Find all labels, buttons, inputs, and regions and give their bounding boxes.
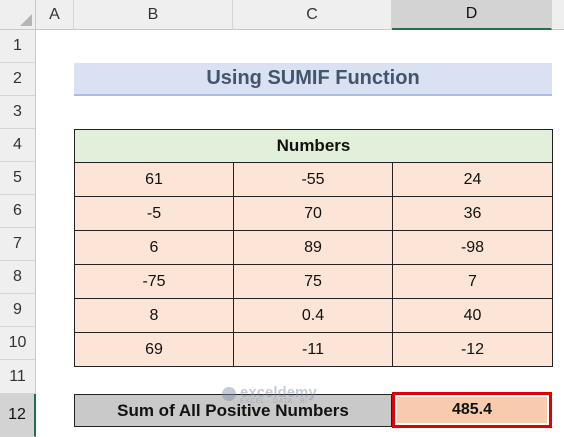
row-header-1[interactable]: 1 [0,30,36,63]
row-header-11[interactable]: 11 [0,360,36,394]
column-header-b[interactable]: B [74,0,233,30]
row-header-6[interactable]: 6 [0,195,36,228]
table-cell[interactable]: -75 [74,264,234,299]
table-cell[interactable]: -98 [391,230,554,265]
table-cell[interactable]: 75 [233,264,393,299]
table-row: 6 89 -98 [74,230,554,265]
column-header-overflow [552,0,564,30]
table-cell[interactable]: 0.4 [233,298,393,333]
row-header-7[interactable]: 7 [0,228,36,261]
table-cell[interactable]: -12 [391,332,554,367]
row-header-2[interactable]: 2 [0,63,36,96]
table-cell[interactable]: 7 [391,264,554,299]
table-cell[interactable]: 24 [391,162,554,197]
table-cell[interactable]: 89 [233,230,393,265]
row-header-3[interactable]: 3 [0,96,36,129]
table-row: 61 -55 24 [74,162,554,197]
result-value-cell[interactable]: 485.4 [392,392,552,428]
column-header-d[interactable]: D [392,0,552,30]
row-header-10[interactable]: 10 [0,327,36,360]
result-value: 485.4 [397,397,547,423]
row-header-4[interactable]: 4 [0,129,36,162]
select-all-icon [20,14,32,26]
row-header-9[interactable]: 9 [0,294,36,327]
table-row: -75 75 7 [74,264,554,299]
select-all-corner[interactable] [0,0,36,30]
row-header-12[interactable]: 12 [0,394,36,437]
table-cell[interactable]: -5 [74,196,234,231]
table-cell[interactable]: 36 [391,196,554,231]
row-header-5[interactable]: 5 [0,162,36,195]
sheet-title[interactable]: Using SUMIF Function [74,63,552,96]
table-cell[interactable]: -11 [233,332,393,367]
column-header-a[interactable]: A [36,0,74,30]
table-cell[interactable]: -55 [233,162,393,197]
table-cell[interactable]: 61 [74,162,234,197]
column-header-c[interactable]: C [233,0,392,30]
table-cell[interactable]: 8 [74,298,234,333]
table-cell[interactable]: 6 [74,230,234,265]
table-cell[interactable]: 40 [391,298,554,333]
table-row: -5 70 36 [74,196,554,231]
table-cell[interactable]: 70 [233,196,393,231]
table-row: 69 -11 -12 [74,332,554,367]
table-header-cell[interactable]: Numbers [73,129,554,163]
numbers-table: Numbers 61 -55 24 -5 70 36 6 89 -98 -75 … [73,129,554,367]
result-label[interactable]: Sum of All Positive Numbers [74,394,392,427]
table-cell[interactable]: 69 [74,332,234,367]
row-header-8[interactable]: 8 [0,261,36,294]
table-header-row: Numbers [73,129,554,163]
table-row: 8 0.4 40 [74,298,554,333]
